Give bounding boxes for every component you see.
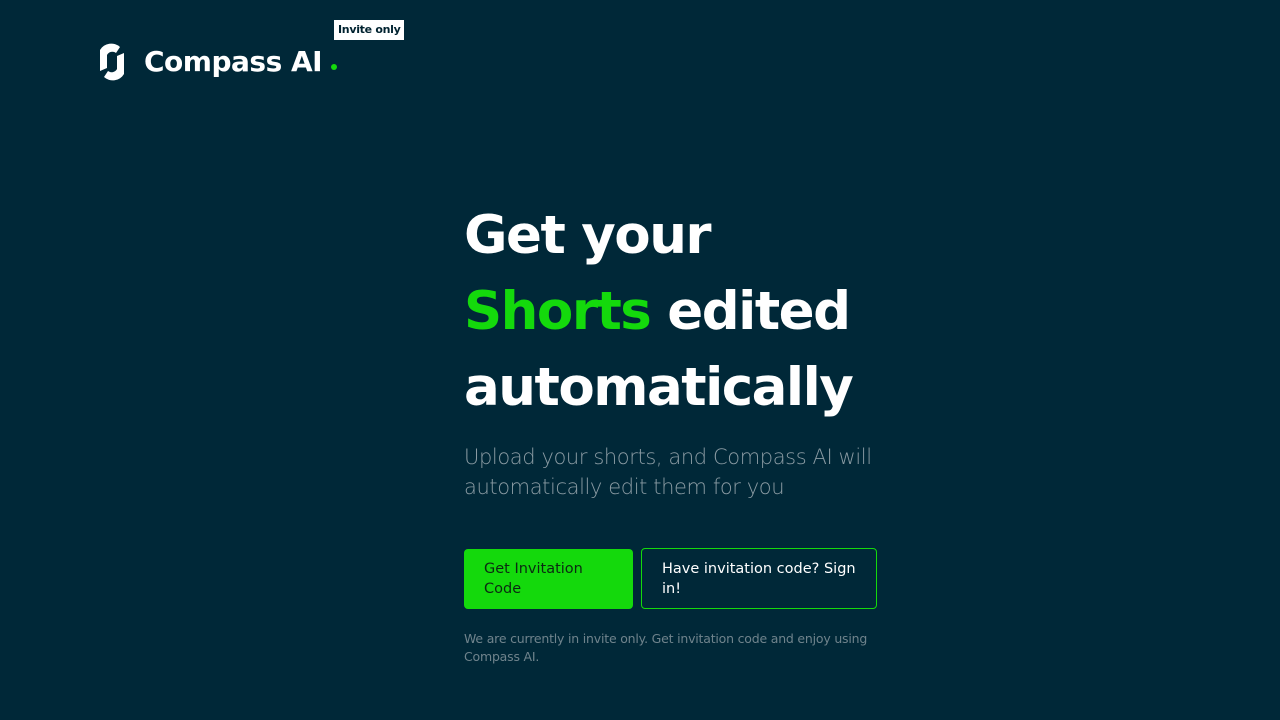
hero-title-line2-rest: edited xyxy=(650,281,851,342)
invite-only-badge: Invite only xyxy=(334,20,405,40)
hero-title-accent: Shorts xyxy=(464,281,652,342)
hero-title-line1: Get your xyxy=(464,205,712,266)
hero-title: Get your Shorts edited automatically xyxy=(464,198,894,426)
hero-section: Get your Shorts edited automatically Upl… xyxy=(464,198,894,502)
landing-page: Compass AI Invite only Get your Shorts e… xyxy=(0,0,1280,720)
brand-dot xyxy=(331,64,338,70)
hero-subtitle: Upload your shorts, and Compass AI will … xyxy=(464,445,872,499)
hero-title-line3: automatically xyxy=(464,357,854,418)
sign-in-button[interactable]: Have invitation code? Sign in! xyxy=(641,548,877,609)
invite-note: We are currently in invite only. Get inv… xyxy=(464,631,868,664)
brand-name: Compass AI xyxy=(144,45,323,78)
get-invitation-code-button[interactable]: Get Invitation Code xyxy=(464,549,633,609)
hero-title-line2: Shorts edited xyxy=(464,274,894,350)
brand-logo-link[interactable]: Compass AI xyxy=(98,38,338,86)
cta-group: Get Invitation Code Have invitation code… xyxy=(464,548,877,609)
compass-logo-icon xyxy=(100,43,124,81)
